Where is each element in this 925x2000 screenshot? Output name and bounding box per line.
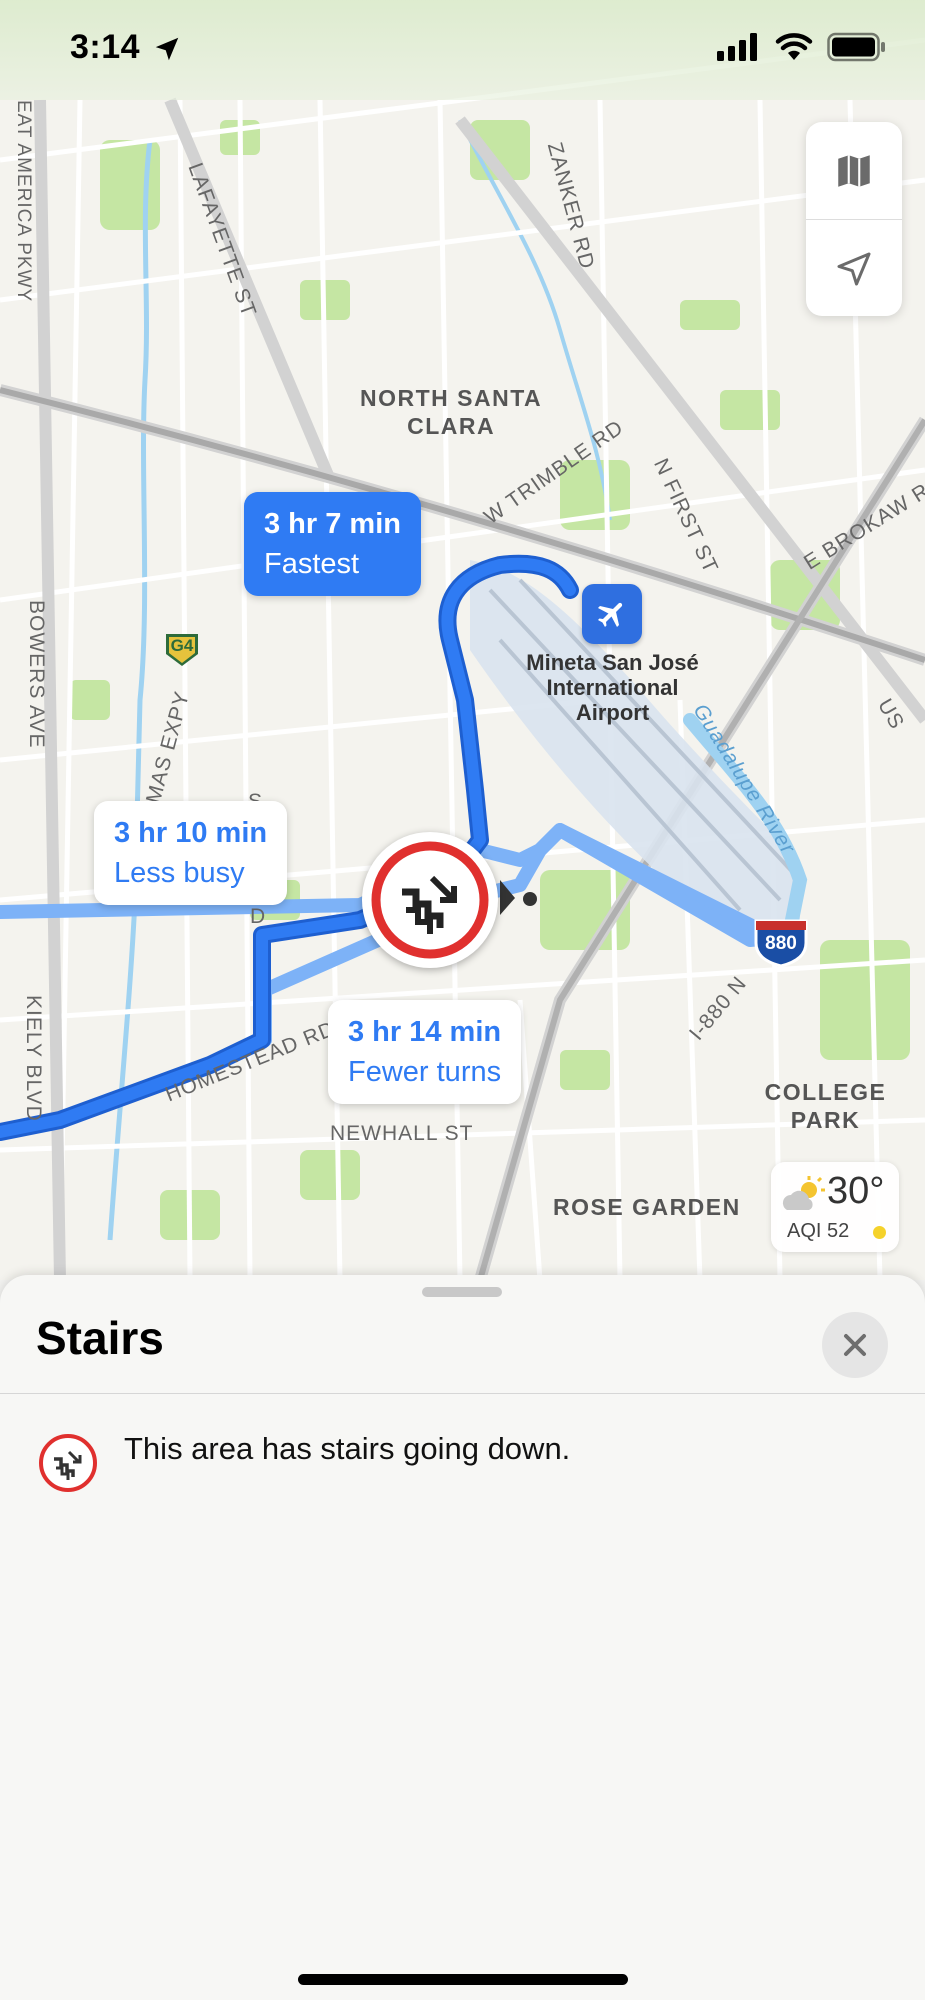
stairs-info-sheet: Stairs This area has stairs going down. <box>0 1275 925 2000</box>
weather-temperature: 30° <box>827 1170 885 1212</box>
airport-pin[interactable] <box>582 584 642 644</box>
street-label-bowers: BOWERS AVE <box>25 600 48 749</box>
status-icons <box>717 32 887 62</box>
location-arrow-outline-icon <box>837 252 871 285</box>
district-college-park: COLLEGE PARK <box>764 1079 887 1133</box>
stairs-description: This area has stairs going down. <box>124 1431 571 1466</box>
street-label-d: D <box>250 905 267 928</box>
sheet-title: Stairs <box>36 1312 164 1364</box>
home-indicator[interactable] <box>298 1974 628 1985</box>
creek <box>107 139 153 1241</box>
route-label-fewer-turns[interactable]: 3 hr 14 min Fewer turns <box>328 1000 522 1104</box>
route-label-less-busy[interactable]: 3 hr 10 min Less busy <box>94 801 288 905</box>
airport-label: Mineta San José International Airport <box>526 650 699 725</box>
aqi-indicator-dot <box>873 1226 886 1239</box>
district-north-santa-clara: NORTH SANTA CLARA <box>360 385 543 439</box>
map-mode-button[interactable] <box>806 122 902 219</box>
district-rose-garden: ROSE GARDEN <box>553 1194 741 1220</box>
street-label-kiely: KIELY BLVD <box>22 995 45 1122</box>
destination-dot <box>523 892 537 906</box>
weather-widget[interactable]: 30° AQI 52 <box>771 1162 899 1252</box>
map-icon <box>838 154 870 187</box>
partly-cloudy-icon <box>782 1176 825 1210</box>
weather-aqi: AQI 52 <box>787 1220 850 1242</box>
g4-shield: G4 <box>162 628 202 668</box>
route-label-fastest[interactable]: 3 hr 7 min Fastest <box>244 492 421 596</box>
map-controls <box>806 122 902 316</box>
signal-icon <box>717 33 757 61</box>
close-icon <box>844 1334 866 1356</box>
location-arrow-icon <box>155 37 179 61</box>
sheet-divider <box>0 1393 925 1394</box>
sheet-grabber[interactable] <box>422 1287 502 1297</box>
stairs-hazard-marker[interactable] <box>362 832 498 968</box>
current-location-button[interactable] <box>806 220 902 317</box>
stairs-down-icon <box>371 841 489 959</box>
street-label-east-america-pkwy: EAT AMERICA PKWY <box>13 100 34 303</box>
close-button[interactable] <box>822 1312 888 1378</box>
airplane-icon <box>597 602 623 628</box>
wifi-icon <box>775 33 813 60</box>
street-label-newhall: NEWHALL ST <box>330 1122 474 1145</box>
battery-icon <box>827 32 885 62</box>
stairs-down-small-icon <box>39 1434 97 1492</box>
status-time: 3:14 <box>70 28 141 66</box>
status-bar: 3:14 <box>0 0 925 100</box>
map-view[interactable]: EAT AMERICA PKWY LAFAYETTE ST ZANKER RD … <box>0 0 925 1280</box>
i880-shield: 880 <box>753 917 809 968</box>
